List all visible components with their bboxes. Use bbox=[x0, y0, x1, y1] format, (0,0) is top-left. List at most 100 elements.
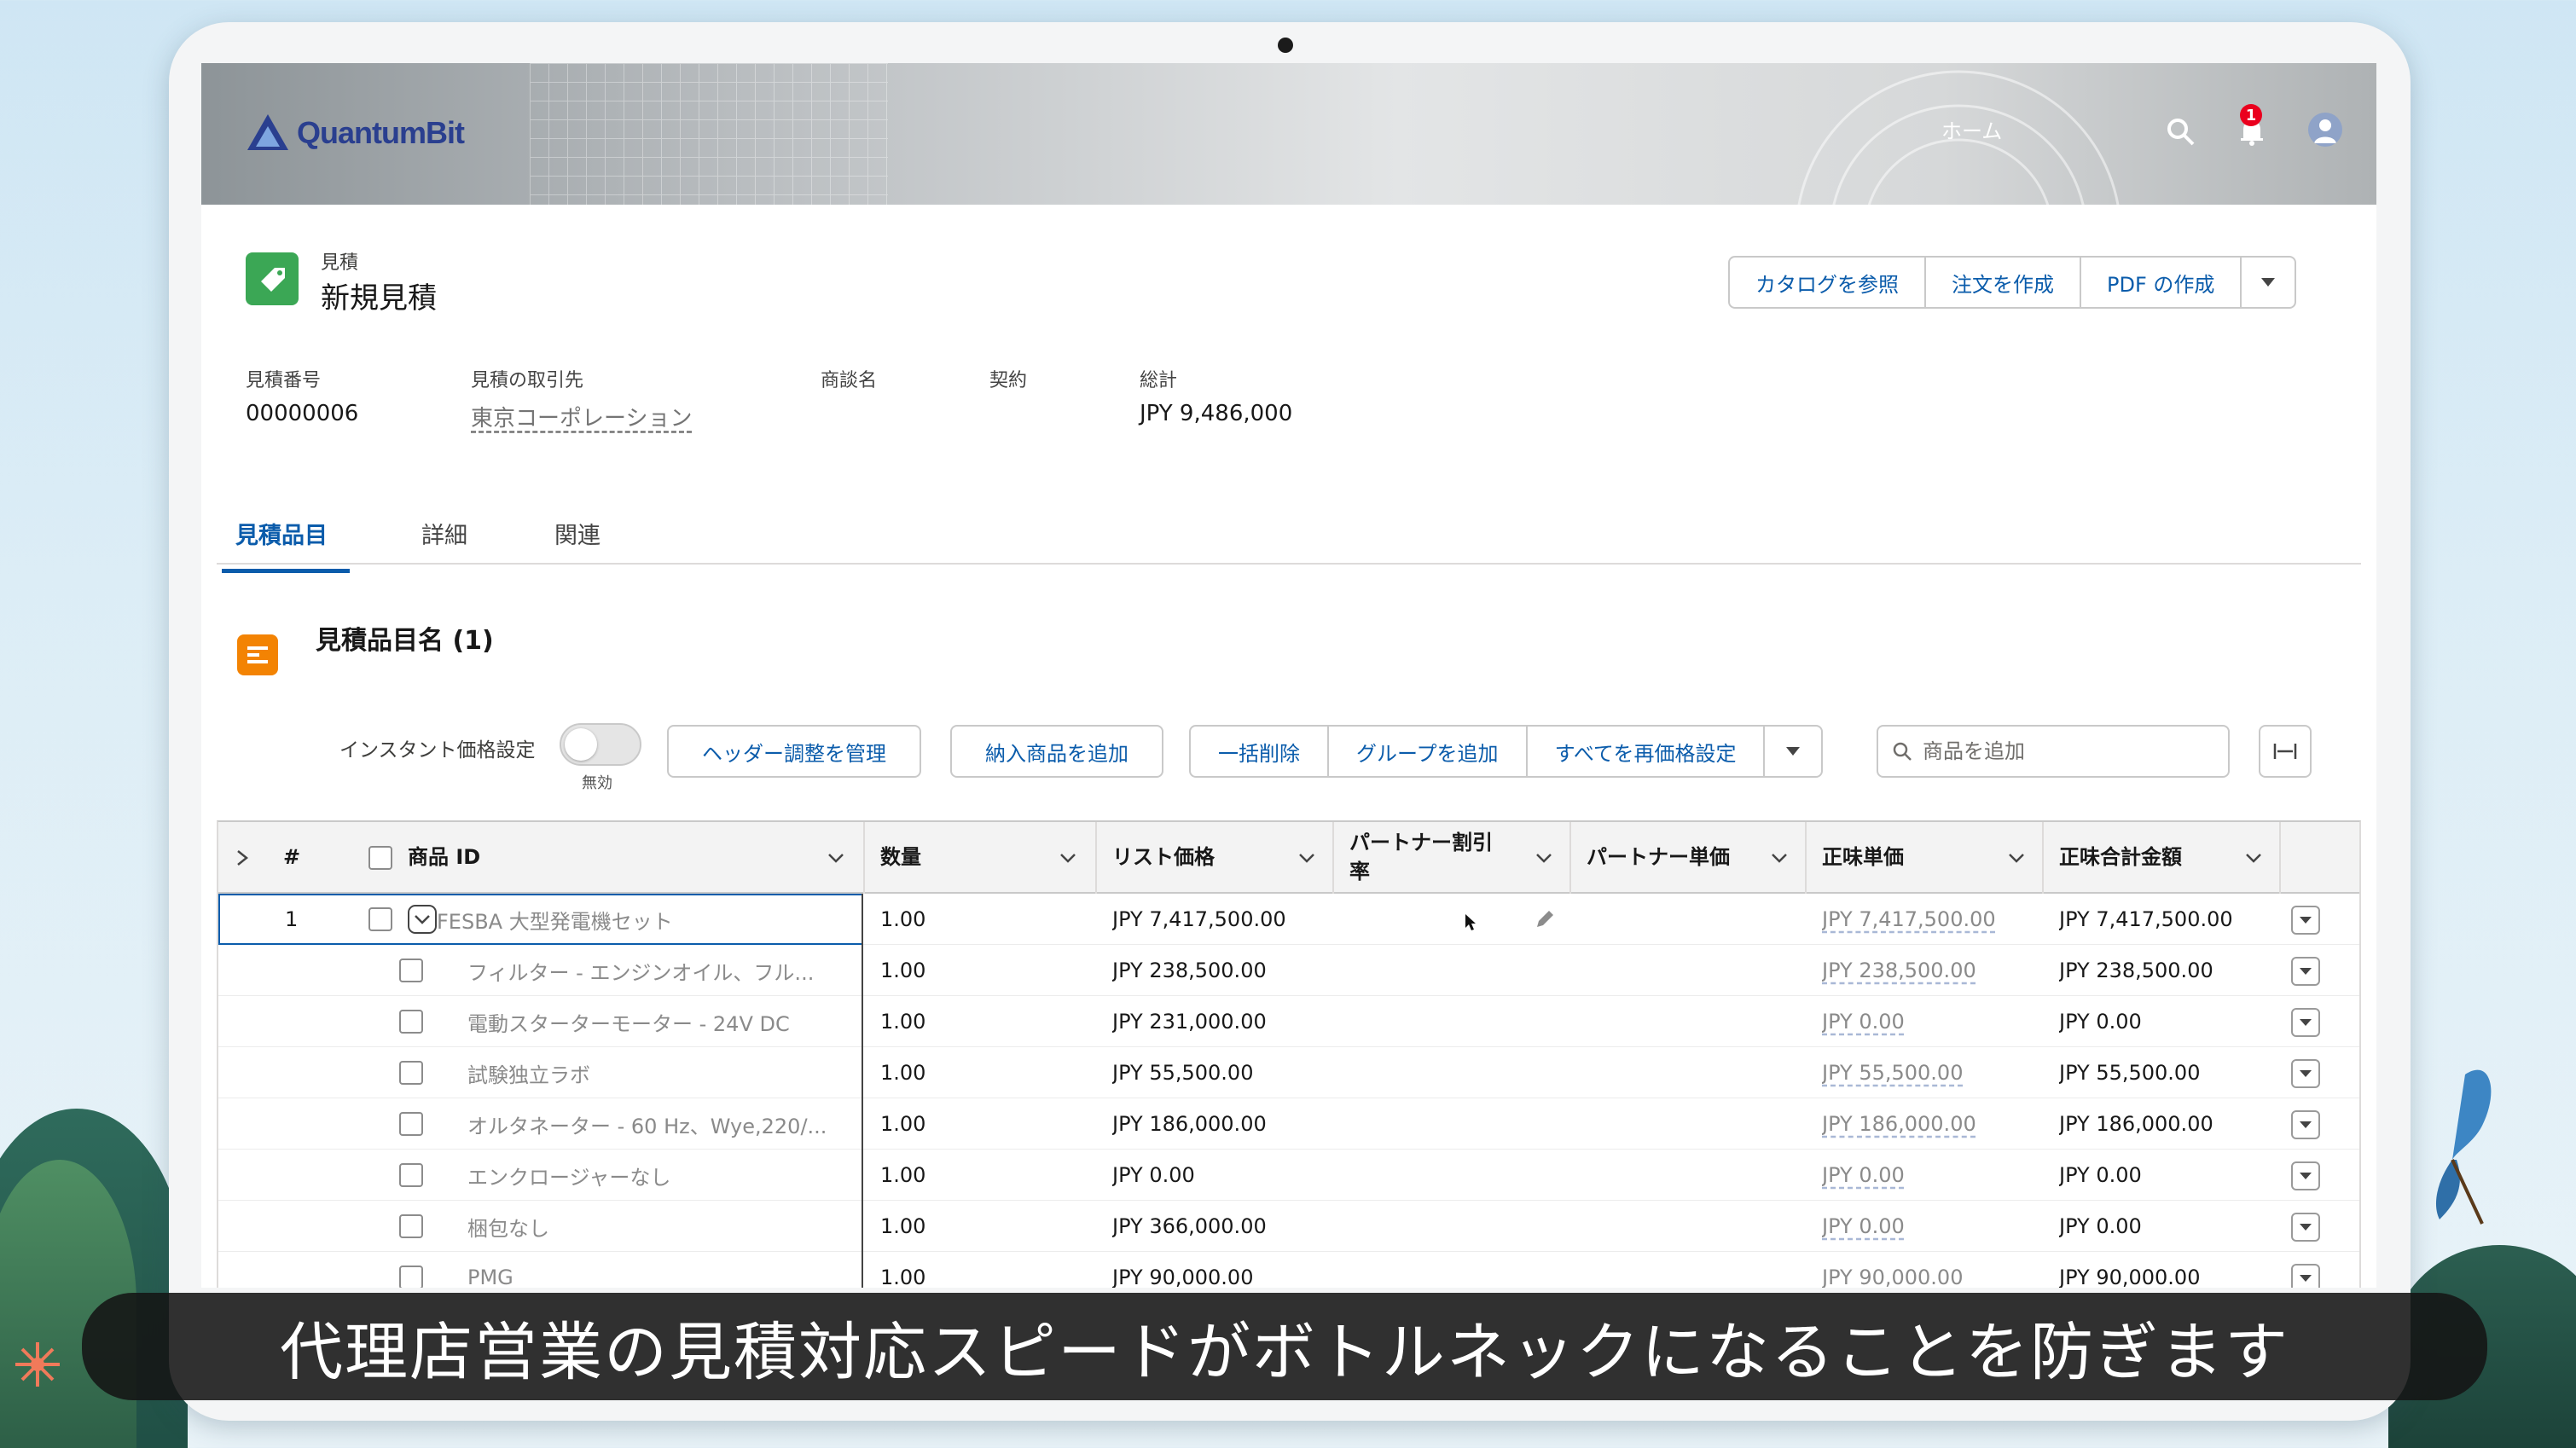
chevron-down-icon[interactable] bbox=[1058, 848, 1078, 868]
collapse-bundle-toggle[interactable] bbox=[408, 894, 437, 945]
net-unit-price-cell[interactable]: JPY 0.00 bbox=[1822, 996, 1905, 1047]
col-net-total[interactable]: 正味合計金額 bbox=[2059, 822, 2279, 894]
product-name[interactable]: PMG bbox=[467, 1252, 513, 1288]
col-list-price[interactable]: リスト価格 bbox=[1112, 822, 1332, 894]
net-total-cell: JPY 0.00 bbox=[2059, 1010, 2142, 1034]
row-checkbox[interactable] bbox=[399, 996, 423, 1047]
expand-all-toggle[interactable] bbox=[235, 822, 249, 894]
product-name[interactable]: FESBA 大型発電機セット bbox=[437, 894, 673, 945]
add-delivered-product-button[interactable]: 納入商品を追加 bbox=[950, 725, 1163, 778]
row-checkbox[interactable] bbox=[399, 1047, 423, 1098]
row-actions-button[interactable] bbox=[2291, 1008, 2320, 1037]
net-unit-price-link[interactable]: JPY 90,000.00 bbox=[1822, 1266, 1963, 1288]
chevron-down-icon[interactable] bbox=[1297, 848, 1317, 868]
quantity-cell[interactable]: 1.00 bbox=[880, 1047, 925, 1098]
line-items-table: # 商品 ID 数量 リスト価格 パートナー割引率 パートナー単価 正味単価 正… bbox=[217, 820, 2361, 1288]
quantity-cell[interactable]: 1.00 bbox=[880, 1150, 925, 1201]
reprice-all-button[interactable]: すべてを再価格設定 bbox=[1528, 727, 1766, 776]
row-actions-button[interactable] bbox=[2291, 1059, 2320, 1088]
net-unit-price-cell[interactable]: JPY 186,000.00 bbox=[1822, 1098, 1976, 1150]
product-name[interactable]: オルタネーター - 60 Hz、Wye,220/... bbox=[467, 1098, 827, 1150]
add-group-button[interactable]: グループを追加 bbox=[1329, 727, 1528, 776]
quantity-cell[interactable]: 1.00 bbox=[880, 1252, 925, 1288]
net-unit-price-cell[interactable]: JPY 90,000.00 bbox=[1822, 1252, 1963, 1288]
net-unit-price-link[interactable]: JPY 0.00 bbox=[1822, 1214, 1905, 1238]
more-line-actions-button[interactable] bbox=[1765, 727, 1821, 776]
search-icon[interactable] bbox=[2163, 114, 2197, 148]
row-checkbox[interactable] bbox=[399, 1252, 423, 1288]
row-actions-button[interactable] bbox=[2291, 1264, 2320, 1288]
col-product-id[interactable]: 商品 ID bbox=[408, 822, 862, 894]
table-row[interactable]: オルタネーター - 60 Hz、Wye,220/... 1.00 JPY 186,0… bbox=[218, 1098, 2359, 1150]
select-all-checkbox[interactable] bbox=[368, 822, 392, 894]
net-unit-price-cell[interactable]: JPY 55,500.00 bbox=[1822, 1047, 1963, 1098]
product-name[interactable]: 電動スターターモーター - 24V DC bbox=[467, 996, 790, 1047]
user-avatar-icon[interactable] bbox=[2308, 113, 2342, 147]
net-unit-price-link[interactable]: JPY 238,500.00 bbox=[1822, 959, 1976, 982]
create-pdf-button[interactable]: PDF の作成 bbox=[2081, 258, 2242, 307]
net-unit-price-link[interactable]: JPY 0.00 bbox=[1822, 1010, 1905, 1034]
chevron-down-icon[interactable] bbox=[1534, 848, 1554, 868]
net-total-cell: JPY 55,500.00 bbox=[2059, 1061, 2201, 1085]
add-product-input[interactable] bbox=[1923, 739, 2213, 763]
product-name[interactable]: 試験独立ラボ bbox=[467, 1047, 590, 1098]
column-width-button[interactable] bbox=[2259, 725, 2312, 778]
create-order-button[interactable]: 注文を作成 bbox=[1926, 258, 2081, 307]
product-name[interactable]: フィルター - エンジンオイル、フル... bbox=[467, 945, 814, 996]
tab-details[interactable]: 詳細 bbox=[421, 517, 467, 569]
tab-line-items[interactable]: 見積品目 bbox=[222, 517, 350, 573]
quantity-cell[interactable]: 1.00 bbox=[880, 996, 925, 1047]
net-unit-price-cell[interactable]: JPY 7,417,500.00 bbox=[1822, 894, 1996, 945]
row-checkbox[interactable] bbox=[368, 894, 392, 945]
quantity-cell[interactable]: 1.00 bbox=[880, 1098, 925, 1150]
chevron-down-icon[interactable] bbox=[2006, 848, 2027, 868]
table-row[interactable]: 梱包なし 1.00 JPY 366,000.00 JPY 0.00 JPY 0.00 bbox=[218, 1201, 2359, 1252]
col-partner-unit-price[interactable]: パートナー単価 bbox=[1587, 822, 1805, 894]
chevron-down-icon[interactable] bbox=[1769, 848, 1790, 868]
net-unit-price-cell[interactable]: JPY 0.00 bbox=[1822, 1150, 1905, 1201]
table-row[interactable]: 試験独立ラボ 1.00 JPY 55,500.00 JPY 55,500.00 JPY … bbox=[218, 1047, 2359, 1098]
chevron-down-icon[interactable] bbox=[826, 848, 846, 868]
browse-catalog-button[interactable]: カタログを参照 bbox=[1730, 258, 1926, 307]
net-unit-price-link[interactable]: JPY 186,000.00 bbox=[1822, 1112, 1976, 1136]
chevron-down-icon[interactable] bbox=[2243, 848, 2264, 868]
quantumbit-logo[interactable]: QuantumBit bbox=[246, 109, 465, 157]
table-row[interactable]: 電動スターターモーター - 24V DC 1.00 JPY 231,000.00 JP… bbox=[218, 996, 2359, 1047]
table-row[interactable]: エンクロージャーなし 1.00 JPY 0.00 JPY 0.00 JPY 0.00 bbox=[218, 1150, 2359, 1201]
table-row[interactable]: 1 FESBA 大型発電機セット 1.00 JPY 7,417,500.00 JPY 7… bbox=[218, 894, 2359, 945]
toggle-state-label: 無効 bbox=[582, 774, 612, 792]
net-unit-price-cell[interactable]: JPY 0.00 bbox=[1822, 1201, 1905, 1252]
instant-pricing-toggle[interactable] bbox=[560, 723, 641, 766]
row-checkbox[interactable] bbox=[399, 1098, 423, 1150]
row-checkbox[interactable] bbox=[399, 1150, 423, 1201]
quantity-cell[interactable]: 1.00 bbox=[880, 1201, 925, 1252]
row-actions-button[interactable] bbox=[2291, 957, 2320, 986]
row-checkbox[interactable] bbox=[399, 945, 423, 996]
quantity-cell[interactable]: 1.00 bbox=[880, 894, 925, 945]
row-actions-button[interactable] bbox=[2291, 1213, 2320, 1242]
table-row[interactable]: フィルター - エンジンオイル、フル... 1.00 JPY 238,500.00 J… bbox=[218, 945, 2359, 996]
row-actions-button[interactable] bbox=[2291, 906, 2320, 935]
product-name[interactable]: エンクロージャーなし bbox=[467, 1150, 670, 1201]
row-actions-button[interactable] bbox=[2291, 1161, 2320, 1190]
product-name[interactable]: 梱包なし bbox=[467, 1201, 549, 1252]
col-partner-discount[interactable]: パートナー割引率 bbox=[1349, 822, 1569, 894]
edit-pencil-icon[interactable] bbox=[1534, 894, 1556, 945]
field-contract: 契約 bbox=[989, 365, 1027, 401]
net-unit-price-cell[interactable]: JPY 238,500.00 bbox=[1822, 945, 1976, 996]
col-quantity[interactable]: 数量 bbox=[880, 822, 1094, 894]
row-actions-button[interactable] bbox=[2291, 1110, 2320, 1139]
nav-home-link[interactable]: ホーム bbox=[1941, 114, 2002, 144]
col-net-unit-price[interactable]: 正味単価 bbox=[1822, 822, 2042, 894]
row-checkbox[interactable] bbox=[399, 1201, 423, 1252]
net-unit-price-link[interactable]: JPY 55,500.00 bbox=[1822, 1061, 1963, 1085]
more-actions-button[interactable] bbox=[2242, 258, 2295, 307]
quantity-cell[interactable]: 1.00 bbox=[880, 945, 925, 996]
bulk-delete-button[interactable]: 一括削除 bbox=[1191, 727, 1329, 776]
account-link[interactable]: 東京コーポレーション bbox=[471, 401, 692, 432]
tab-related[interactable]: 関連 bbox=[554, 517, 600, 569]
manage-header-adjustments-button[interactable]: ヘッダー調整を管理 bbox=[667, 725, 921, 778]
table-row[interactable]: PMG 1.00 JPY 90,000.00 JPY 90,000.00 JPY 90,… bbox=[218, 1252, 2359, 1288]
net-unit-price-link[interactable]: JPY 7,417,500.00 bbox=[1822, 907, 1996, 931]
net-unit-price-link[interactable]: JPY 0.00 bbox=[1822, 1163, 1905, 1187]
